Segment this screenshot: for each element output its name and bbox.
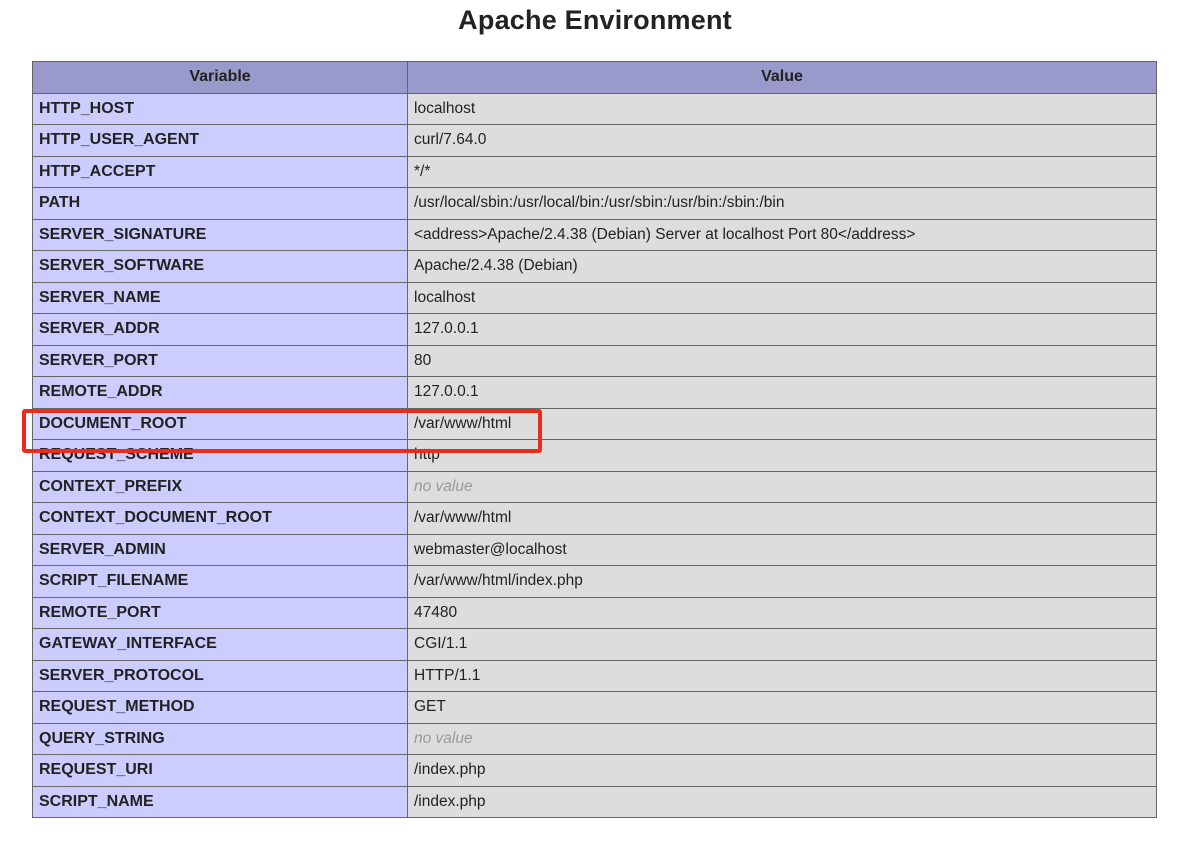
table-row: REQUEST_METHOD GET <box>32 691 1157 724</box>
table-row: CONTEXT_DOCUMENT_ROOT/var/www/html <box>32 502 1157 535</box>
value-cell: /var/www/html/index.php <box>407 565 1157 598</box>
variable-cell: SERVER_ADDR <box>32 313 408 346</box>
value-cell: 127.0.0.1 <box>407 376 1157 409</box>
value-cell: HTTP/1.1 <box>407 659 1157 692</box>
table-body: HTTP_HOST localhost HTTP_USER_AGENT curl/7.… <box>32 92 1157 818</box>
value-cell: http <box>407 439 1157 472</box>
table-row: REQUEST_SCHEME http <box>32 439 1157 472</box>
variable-cell: SERVER_SOFTWARE <box>32 250 408 283</box>
variable-cell: REQUEST_SCHEME <box>32 439 408 472</box>
variable-cell: CONTEXT_PREFIX <box>32 470 408 503</box>
table-row: HTTP_ACCEPT */* <box>32 155 1157 188</box>
table-row: SERVER_ADMIN webmaster@localhost <box>32 533 1157 566</box>
table-row: PATH/usr/local/sbin:/usr/local/bin:/usr/… <box>32 187 1157 220</box>
table-row: SCRIPT_FILENAME/var/www/html/index.php <box>32 565 1157 598</box>
value-cell: CGI/1.1 <box>407 628 1157 661</box>
table-row: HTTP_HOST localhost <box>32 92 1157 125</box>
table-row: DOCUMENT_ROOT/var/www/html <box>32 407 1157 440</box>
variable-cell: SCRIPT_NAME <box>32 785 408 818</box>
apache-environment-page: Apache Environment Variable Value HTTP_H… <box>0 0 1200 861</box>
value-cell: localhost <box>407 281 1157 314</box>
table-header-row: Variable Value <box>32 61 1157 94</box>
table-row: SERVER_ADDR 127.0.0.1 <box>32 313 1157 346</box>
value-cell: GET <box>407 691 1157 724</box>
no-value-cell: no value <box>407 470 1157 503</box>
value-cell: <address>Apache/2.4.38 (Debian) Server a… <box>407 218 1157 251</box>
variable-cell: QUERY_STRING <box>32 722 408 755</box>
value-cell: 127.0.0.1 <box>407 313 1157 346</box>
no-value-cell: no value <box>407 722 1157 755</box>
value-cell: */* <box>407 155 1157 188</box>
value-cell: webmaster@localhost <box>407 533 1157 566</box>
value-cell: 47480 <box>407 596 1157 629</box>
section-title: Apache Environment <box>458 5 732 35</box>
apache-environment-table: Variable Value HTTP_HOST localhost HTTP_US… <box>32 61 1157 818</box>
variable-cell: REMOTE_PORT <box>32 596 408 629</box>
column-header-variable: Variable <box>32 61 408 94</box>
variable-cell: SERVER_NAME <box>32 281 408 314</box>
table-row: SERVER_PROTOCOL HTTP/1.1 <box>32 659 1157 692</box>
table-row: GATEWAY_INTERFACE CGI/1.1 <box>32 628 1157 661</box>
table-row: REMOTE_PORT 47480 <box>32 596 1157 629</box>
variable-cell: SERVER_PROTOCOL <box>32 659 408 692</box>
value-cell: Apache/2.4.38 (Debian) <box>407 250 1157 283</box>
table-row: CONTEXT_PREFIX no value <box>32 470 1157 503</box>
table-row: SERVER_NAME localhost <box>32 281 1157 314</box>
column-header-value: Value <box>407 61 1157 94</box>
variable-cell: GATEWAY_INTERFACE <box>32 628 408 661</box>
variable-cell: REQUEST_METHOD <box>32 691 408 724</box>
table-row: QUERY_STRING no value <box>32 722 1157 755</box>
variable-cell: HTTP_ACCEPT <box>32 155 408 188</box>
variable-cell: REMOTE_ADDR <box>32 376 408 409</box>
variable-cell: REQUEST_URI <box>32 754 408 787</box>
value-cell: /index.php <box>407 754 1157 787</box>
variable-cell: SERVER_SIGNATURE <box>32 218 408 251</box>
table-row: REMOTE_ADDR 127.0.0.1 <box>32 376 1157 409</box>
value-cell: localhost <box>407 92 1157 125</box>
value-cell: 80 <box>407 344 1157 377</box>
table-row: SERVER_PORT 80 <box>32 344 1157 377</box>
value-cell: /index.php <box>407 785 1157 818</box>
variable-cell: CONTEXT_DOCUMENT_ROOT <box>32 502 408 535</box>
value-cell: /var/www/html <box>407 502 1157 535</box>
variable-cell: SERVER_PORT <box>32 344 408 377</box>
variable-cell: SERVER_ADMIN <box>32 533 408 566</box>
variable-cell: PATH <box>32 187 408 220</box>
table-row: SCRIPT_NAME/index.php <box>32 785 1157 818</box>
table-row: SERVER_SIGNATURE <address>Apache/2.4.38 (… <box>32 218 1157 251</box>
value-cell: /usr/local/sbin:/usr/local/bin:/usr/sbin… <box>407 187 1157 220</box>
variable-cell: DOCUMENT_ROOT <box>32 407 408 440</box>
variable-cell: SCRIPT_FILENAME <box>32 565 408 598</box>
value-cell: curl/7.64.0 <box>407 124 1157 157</box>
value-cell: /var/www/html <box>407 407 1157 440</box>
table-row: HTTP_USER_AGENT curl/7.64.0 <box>32 124 1157 157</box>
variable-cell: HTTP_HOST <box>32 92 408 125</box>
variable-cell: HTTP_USER_AGENT <box>32 124 408 157</box>
table-row: SERVER_SOFTWARE Apache/2.4.38 (Debian) <box>32 250 1157 283</box>
table-row: REQUEST_URI/index.php <box>32 754 1157 787</box>
